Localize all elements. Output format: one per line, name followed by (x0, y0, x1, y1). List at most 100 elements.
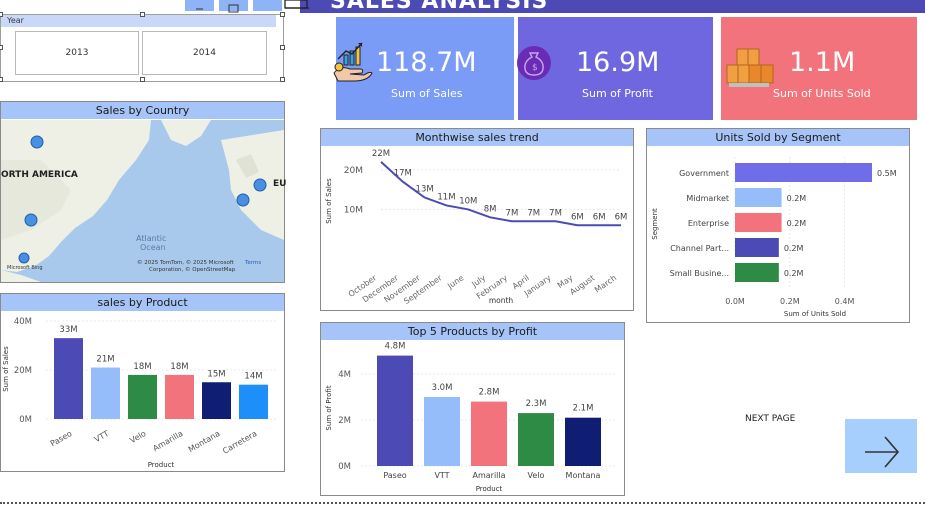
resize-handle[interactable] (280, 77, 285, 82)
x-tick-label: June (445, 273, 465, 291)
data-label: 0.2M (787, 219, 807, 228)
resize-handle[interactable] (280, 12, 285, 17)
units-sold-by-segment-chart: Units Sold by Segment 0.0M 0.2M 0.4M Govern… (646, 128, 910, 323)
bar-chart: 0M 20M 40M 33M Paseo 21M VTT 18M Velo 18M Amarilla… (2, 317, 276, 469)
kpi-label: Sum of Sales (391, 87, 463, 100)
kpi-label: Sum of Profit (582, 87, 653, 100)
data-label: 2.1M (573, 404, 594, 414)
bar (424, 397, 460, 466)
data-label: 7M (527, 208, 540, 218)
map-region-label: EU (273, 179, 287, 189)
map-ocean-label: Ocean (140, 243, 166, 252)
next-page-label: NEXT PAGE (745, 414, 796, 424)
map-region-label: ORTH AMERICA (1, 170, 78, 180)
y-tick-label: 2M (338, 416, 351, 426)
bar (54, 338, 83, 419)
kpi-card-sales: 118.7M Sum of Sales (333, 17, 514, 120)
bar (377, 355, 413, 466)
data-label: 22M (372, 149, 390, 159)
x-tick-label: Amarilla (472, 471, 505, 480)
x-tick-label: Montana (566, 471, 601, 480)
map-ocean-label: Atlantic (136, 234, 167, 243)
x-tick-label: Paseo (383, 471, 406, 480)
y-axis-label: Sum of Profit (325, 385, 333, 430)
x-tick-label: VTT (434, 471, 449, 480)
map-canvas[interactable] (1, 120, 284, 282)
bar (202, 382, 231, 419)
resize-handle[interactable] (140, 77, 145, 82)
data-label: 6M (571, 212, 584, 222)
close-button[interactable] (253, 0, 282, 11)
slicer-header: Year (1, 15, 276, 27)
bar (735, 188, 782, 207)
x-tick-label: VTT (93, 429, 111, 444)
restore-button[interactable] (219, 0, 248, 13)
page-title: SALES ANALYSIS (330, 0, 549, 14)
panel-title: Sales by Country (1, 102, 284, 119)
data-label: 0.5M (877, 169, 897, 178)
y-tick-label: Midmarket (686, 194, 729, 203)
arrow-right-icon (865, 436, 900, 468)
y-axis-label: Segment (651, 208, 659, 240)
data-label: 0.2M (784, 269, 804, 278)
data-label: 33M (59, 325, 77, 335)
x-tick-label: Paseo (49, 429, 74, 449)
y-tick-label: Enterprise (688, 219, 729, 228)
map-attribution: Corporation, © OpenStreetMap (149, 267, 236, 273)
kpi-card-profit: $ 16.9M Sum of Profit (517, 17, 713, 120)
map-attribution: © 2025 TomTom, © 2025 Microsoft (137, 260, 234, 266)
y-tick-label: 20M (14, 366, 32, 376)
x-tick-label: Velo (528, 471, 545, 480)
top5-products-by-profit-chart: Top 5 Products by Profit 0M 2M 4M 4.8M Paseo… (320, 322, 625, 496)
x-tick-label: Velo (128, 429, 147, 445)
data-label: 2.3M (526, 399, 547, 409)
x-axis-label: Sum of Units Sold (784, 310, 846, 318)
sales-by-product-chart: sales by Product 0M 20M 40M 33M Paseo 21M VTT 1… (0, 293, 285, 472)
y-tick-label: 20M (344, 166, 363, 176)
data-label: 7M (549, 208, 562, 218)
y-tick-label: 0M (19, 415, 32, 425)
next-page-button[interactable] (845, 419, 917, 473)
bar (239, 384, 268, 419)
x-tick-label: Montana (187, 429, 222, 454)
x-tick-label: Amarilla (151, 429, 184, 453)
year-option-2014[interactable]: 2014 (142, 31, 267, 75)
resize-handle[interactable] (0, 45, 3, 50)
x-tick-label: Carretera (221, 429, 258, 456)
y-tick-label: Small Busine... (670, 269, 729, 278)
data-label: 15M (207, 369, 225, 379)
bar (735, 238, 779, 257)
line-chart: 10M20M22MOctober17MDecember13MNovember11… (325, 149, 628, 306)
bar (518, 413, 554, 466)
bar (735, 213, 782, 232)
page-border (0, 502, 925, 504)
data-label: 13M (416, 185, 434, 195)
year-option-2013[interactable]: 2013 (15, 31, 139, 75)
data-label: 0.2M (787, 194, 807, 203)
data-label: 3.0M (432, 383, 453, 393)
minimize-button[interactable] (185, 0, 214, 11)
svg-text:$: $ (532, 63, 538, 73)
data-label: 4.8M (385, 342, 406, 352)
data-label: 18M (170, 362, 188, 372)
x-tick-label: 0.0M (725, 297, 745, 306)
x-axis-label: month (489, 296, 514, 305)
data-label: 14M (244, 372, 262, 382)
bar-chart: 0M 2M 4M 4.8M Paseo 3.0M VTT 2.8M Amarilla 2.3M Ve… (325, 342, 616, 493)
data-label: 6M (615, 212, 628, 222)
data-label: 7M (506, 208, 519, 218)
x-tick-label: August (568, 273, 596, 296)
resize-handle[interactable] (140, 12, 145, 17)
header-bar: SALES ANALYSIS (300, 0, 925, 14)
hand-growth-chart-icon (333, 42, 373, 82)
resize-handle[interactable] (0, 12, 3, 17)
bar (471, 401, 507, 466)
kpi-card-units: 1.1M Sum of Units Sold (721, 17, 917, 120)
map-terms-link[interactable]: Terms (245, 260, 261, 266)
resize-handle[interactable] (0, 77, 3, 82)
kpi-label: Sum of Units Sold (773, 87, 871, 100)
resize-handle[interactable] (280, 45, 285, 50)
money-bag-icon: $ (517, 46, 551, 80)
data-label: 11M (437, 192, 455, 202)
bar (735, 163, 872, 182)
